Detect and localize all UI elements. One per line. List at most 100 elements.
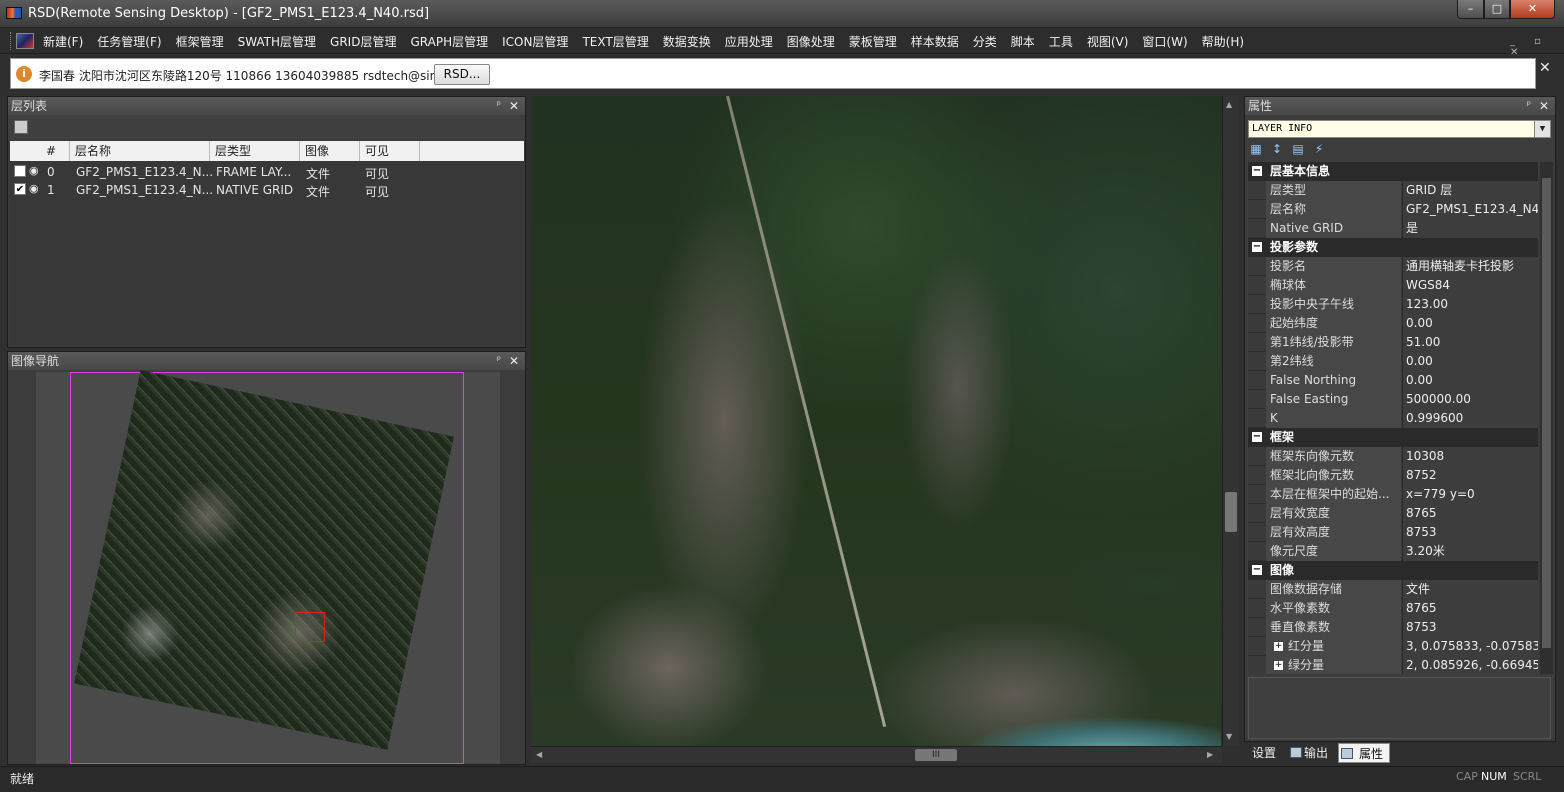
property-row[interactable]: 图像数据存储 文件	[1248, 580, 1538, 599]
collapse-icon[interactable]: −	[1252, 565, 1262, 575]
mdi-controls[interactable]: _ ▫ ✕	[1510, 36, 1564, 58]
scroll-up-icon[interactable]: ▲	[1226, 100, 1232, 109]
property-row[interactable]: False Easting 500000.00	[1248, 390, 1538, 409]
menu-grid[interactable]: GRID层管理	[323, 33, 403, 50]
property-value[interactable]: 123.00	[1402, 295, 1538, 314]
property-row[interactable]: 水平像素数 8765	[1248, 599, 1538, 618]
navigator-view[interactable]	[36, 370, 500, 764]
property-value[interactable]: GF2_PMS1_E123.4_N40...	[1402, 200, 1538, 219]
menu-classify[interactable]: 分类	[966, 33, 1004, 50]
menu-window[interactable]: 窗口(W)	[1135, 33, 1194, 50]
open-layer-icon[interactable]	[14, 120, 28, 134]
menu-view[interactable]: 视图(V)	[1080, 33, 1136, 50]
property-row[interactable]: 投影名 通用横轴麦卡托投影	[1248, 257, 1538, 276]
property-pages-icon[interactable]: ▤	[1290, 141, 1306, 157]
menu-sample[interactable]: 样本数据	[904, 33, 966, 50]
scroll-thumb[interactable]	[1225, 492, 1237, 532]
property-row[interactable]: 第2纬线 0.00	[1248, 352, 1538, 371]
property-category[interactable]: − 图像	[1248, 561, 1538, 580]
maximize-button[interactable]: □	[1484, 0, 1510, 19]
panel-close-icon[interactable]: ✕	[509, 97, 519, 115]
document-icon[interactable]	[16, 33, 34, 49]
minimize-button[interactable]: –	[1457, 0, 1484, 19]
property-value[interactable]: 0.00	[1402, 314, 1538, 333]
view-extent-box[interactable]	[295, 612, 325, 642]
menu-transform[interactable]: 数据变换	[656, 33, 718, 50]
property-value[interactable]: 0.00	[1402, 371, 1538, 390]
property-row[interactable]: 层有效宽度 8765	[1248, 504, 1538, 523]
menu-apply[interactable]: 应用处理	[718, 33, 780, 50]
info-close-icon[interactable]: ✕	[1539, 60, 1551, 76]
property-scrollbar[interactable]	[1540, 162, 1553, 674]
property-row[interactable]: 第1纬线/投影带 51.00	[1248, 333, 1538, 352]
property-row[interactable]: 框架北向像元数 8752	[1248, 466, 1538, 485]
menu-graph[interactable]: GRAPH层管理	[403, 33, 495, 50]
property-value[interactable]: x=779 y=0	[1402, 485, 1538, 504]
col-type[interactable]: 层类型	[210, 141, 300, 161]
menu-task[interactable]: 任务管理(F)	[90, 33, 168, 50]
property-value[interactable]: 文件	[1402, 580, 1538, 599]
property-value[interactable]: GRID 层	[1402, 181, 1538, 200]
property-row[interactable]: 红分量 +3, 0.075833, -0.075833	[1248, 637, 1538, 656]
pin-icon[interactable]: ᵖ	[1527, 97, 1531, 115]
property-value[interactable]: 0.00	[1402, 352, 1538, 371]
collapse-icon[interactable]: −	[1252, 242, 1262, 252]
rsd-button[interactable]: RSD...	[434, 64, 490, 85]
menu-frame[interactable]: 框架管理	[169, 33, 231, 50]
pin-icon[interactable]: ᵖ	[497, 352, 501, 370]
sort-alpha-icon[interactable]: ↕	[1269, 141, 1285, 157]
property-row[interactable]: 像元尺度 3.20米	[1248, 542, 1538, 561]
col-index[interactable]: #	[10, 141, 70, 161]
menu-mask[interactable]: 蒙板管理	[842, 33, 904, 50]
expand-icon[interactable]: +	[1274, 642, 1283, 651]
scroll-thumb[interactable]	[1542, 178, 1551, 648]
menu-text-layer[interactable]: TEXT层管理	[575, 33, 655, 50]
close-button[interactable]: ✕	[1510, 0, 1555, 19]
property-value[interactable]: 3, 0.075833, -0.075833	[1402, 637, 1538, 656]
col-image[interactable]: 图像	[300, 141, 360, 161]
expand-icon[interactable]: +	[1274, 661, 1283, 670]
scroll-thumb[interactable]: III	[915, 749, 957, 761]
property-row[interactable]: 框架东向像元数 10308	[1248, 447, 1538, 466]
property-value[interactable]: 通用横轴麦卡托投影	[1402, 257, 1538, 276]
menu-tools[interactable]: 工具	[1042, 33, 1080, 50]
menu-help[interactable]: 帮助(H)	[1195, 33, 1251, 50]
property-row[interactable]: 本层在框架中的起始... x=779 y=0	[1248, 485, 1538, 504]
property-row[interactable]: 绿分量 +2, 0.085926, -0.669450	[1248, 656, 1538, 674]
property-value[interactable]: 500000.00	[1402, 390, 1538, 409]
property-value[interactable]: 8753	[1402, 523, 1538, 542]
scroll-down-icon[interactable]: ▼	[1226, 732, 1232, 741]
menu-script[interactable]: 脚本	[1004, 33, 1042, 50]
table-row[interactable]: ✔ ◉ 1 GF2_PMS1_E123.4_N... NATIVE GRID 文…	[10, 181, 524, 199]
tab-output[interactable]: 输出	[1288, 743, 1328, 763]
property-value[interactable]: 51.00	[1402, 333, 1538, 352]
property-value[interactable]: 8753	[1402, 618, 1538, 637]
col-visible[interactable]: 可见	[360, 141, 420, 161]
property-value[interactable]: 3.20米	[1402, 542, 1538, 561]
property-row[interactable]: 层名称GF2_PMS1_E123.4_N40...	[1248, 200, 1538, 219]
property-row[interactable]: 投影中央子午线 123.00	[1248, 295, 1538, 314]
panel-close-icon[interactable]: ✕	[1539, 97, 1549, 115]
property-row[interactable]: 层有效高度 8753	[1248, 523, 1538, 542]
table-row[interactable]: ◉ 0 GF2_PMS1_E123.4_N... FRAME LAY... 文件…	[10, 163, 524, 181]
pin-icon[interactable]: ᵖ	[497, 97, 501, 115]
property-row[interactable]: 层类型 GRID 层	[1248, 181, 1538, 200]
property-category[interactable]: − 投影参数	[1248, 238, 1538, 257]
col-name[interactable]: 层名称	[70, 141, 210, 161]
property-category[interactable]: − 层基本信息	[1248, 162, 1538, 181]
collapse-icon[interactable]: −	[1252, 432, 1262, 442]
eye-icon[interactable]: ◉	[29, 164, 41, 178]
menu-image[interactable]: 图像处理	[780, 33, 842, 50]
property-value[interactable]: 0.999600	[1402, 409, 1538, 428]
panel-close-icon[interactable]: ✕	[509, 352, 519, 370]
property-value[interactable]: 2, 0.085926, -0.669450	[1402, 656, 1538, 674]
property-row[interactable]: 垂直像素数 8753	[1248, 618, 1538, 637]
scroll-left-icon[interactable]: ◀	[536, 750, 542, 759]
property-row[interactable]: Native GRID 是	[1248, 219, 1538, 238]
property-value[interactable]: 是	[1402, 219, 1538, 238]
vertical-scrollbar[interactable]: ▲ ▼	[1222, 96, 1239, 746]
collapse-icon[interactable]: −	[1252, 166, 1262, 176]
property-row[interactable]: K 0.999600	[1248, 409, 1538, 428]
scroll-right-icon[interactable]: ▶	[1207, 750, 1213, 759]
property-value[interactable]: 8765	[1402, 599, 1538, 618]
